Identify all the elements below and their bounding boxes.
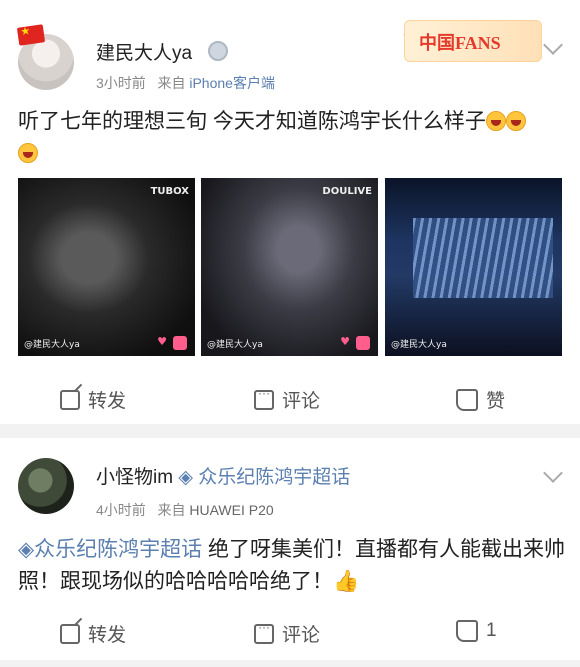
- repost-label: 转发: [88, 625, 127, 646]
- action-bar: 转发 评论 赞: [0, 374, 580, 424]
- photo-watermark: @建民大人ya: [207, 340, 263, 350]
- fans-badge-label: 中国FANS: [419, 33, 501, 53]
- like-button[interactable]: 赞: [456, 386, 505, 413]
- repost-label: 转发: [88, 391, 127, 412]
- comment-label: 评论: [282, 391, 321, 412]
- heart-icon: ♥: [157, 335, 167, 348]
- post-header: 小怪物im ◈ 众乐纪陈鸿宇超话: [96, 462, 350, 489]
- username[interactable]: 小怪物im: [96, 467, 173, 488]
- post-text: 听了七年的理想三旬 今天才知道陈鸿宇长什么样子: [18, 106, 564, 170]
- repost-icon: [60, 389, 80, 410]
- fans-badge[interactable]: 中国FANS: [404, 20, 542, 62]
- repost-button[interactable]: 转发: [60, 386, 126, 413]
- photo-tag: DOULIVE: [322, 186, 372, 197]
- post-source: HUAWEI P20: [189, 502, 274, 518]
- diamond-icon: ◈: [178, 467, 193, 488]
- heart-icon: ♥: [340, 335, 350, 348]
- weibo-post-2: 小怪物im ◈ 众乐纪陈鸿宇超话 4小时前 来自 HUAWEI P20 ◈众乐纪…: [0, 438, 580, 660]
- comment-button[interactable]: 评论: [254, 620, 320, 647]
- chevron-down-icon[interactable]: [543, 463, 563, 483]
- like-button[interactable]: 1: [456, 620, 497, 642]
- post-time: 4小时前: [96, 502, 146, 518]
- laugh-emoji-icon: [505, 111, 526, 131]
- from-label: 来自: [157, 502, 186, 518]
- gift-icon: [173, 336, 187, 350]
- avatar[interactable]: [18, 458, 74, 514]
- topic-link[interactable]: 众乐纪陈鸿宇超话: [34, 538, 202, 561]
- photo-3[interactable]: @建民大人ya: [385, 178, 562, 356]
- thumbs-up-icon: [456, 388, 478, 411]
- post-time: 3小时前: [96, 75, 146, 91]
- photo-watermark: @建民大人ya: [391, 340, 447, 350]
- like-label: 赞: [486, 391, 506, 412]
- repost-button[interactable]: 转发: [60, 620, 126, 647]
- photo-grid: TUBOX @建民大人ya ♥ DOULIVE @建民大人ya ♥ @建民大人y…: [18, 178, 562, 356]
- laugh-emoji-icon: [485, 111, 506, 131]
- comment-icon: [254, 620, 274, 644]
- diamond-icon: ◈: [18, 538, 35, 561]
- comment-label: 评论: [282, 625, 321, 646]
- photo-watermark: @建民大人ya: [24, 340, 80, 350]
- thumbs-up-emoji-icon: 👍: [333, 570, 360, 593]
- photo-tag: TUBOX: [150, 186, 189, 197]
- thumbs-up-icon: [456, 620, 478, 642]
- post-meta: 3小时前 来自 iPhone客户端: [96, 73, 275, 93]
- post-source[interactable]: iPhone客户端: [189, 75, 275, 91]
- photo-1[interactable]: TUBOX @建民大人ya ♥: [18, 178, 195, 356]
- from-label: 来自: [157, 75, 186, 91]
- china-flag-icon: [16, 24, 46, 46]
- medal-icon: [208, 41, 228, 61]
- repost-icon: [60, 623, 80, 644]
- post-meta: 4小时前 来自 HUAWEI P20: [96, 500, 274, 520]
- gift-icon: [356, 336, 370, 350]
- weibo-post-1: 建民大人ya 3小时前 来自 iPhone客户端 ✦ 中国FANS 听了七年的理…: [0, 0, 580, 424]
- topic-header-link[interactable]: 众乐纪陈鸿宇超话: [198, 467, 350, 488]
- action-bar: 转发 评论 1: [0, 608, 580, 658]
- chevron-down-icon[interactable]: [543, 35, 563, 55]
- username[interactable]: 建民大人ya: [96, 38, 192, 65]
- post-body: 听了七年的理想三旬 今天才知道陈鸿宇长什么样子: [18, 110, 486, 133]
- post-text: ◈众乐纪陈鸿宇超话 绝了呀集美们！直播都有人能截出来帅照！跟现场似的哈哈哈哈哈绝…: [18, 534, 568, 598]
- comment-icon: [254, 386, 274, 410]
- stage-screen: [413, 218, 553, 298]
- laugh-emoji-icon: [18, 143, 38, 163]
- photo-2[interactable]: DOULIVE @建民大人ya ♥: [201, 178, 378, 356]
- comment-button[interactable]: 评论: [254, 386, 320, 413]
- like-count: 1: [486, 620, 497, 641]
